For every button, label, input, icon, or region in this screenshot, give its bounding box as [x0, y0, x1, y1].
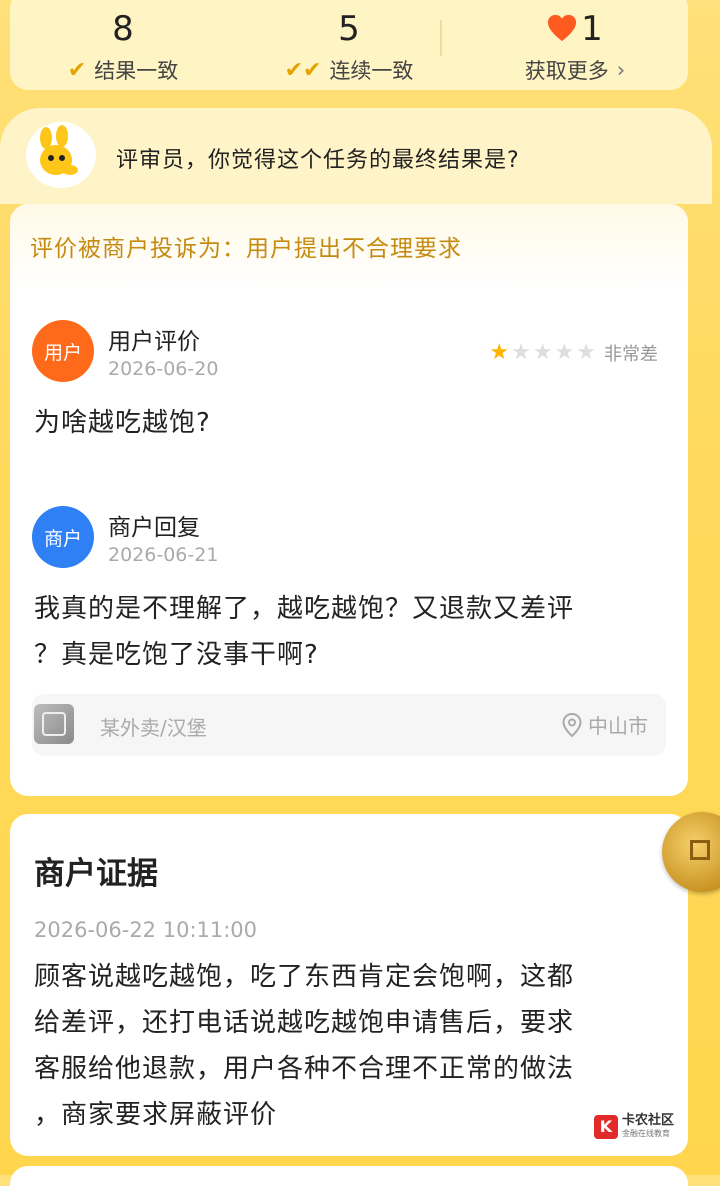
mascot-icon [26, 122, 96, 188]
shop-info-bar[interactable]: 某外卖/汉堡 中山市 [32, 694, 666, 756]
merchant-reply-text-line2: ？真是吃饱了没事干啊? [34, 640, 319, 670]
stats-bar: 8 ✔ 结果一致 5 ✔✔ 连续一致 1 获取更多 › [10, 0, 688, 90]
stat-label: 连续一致 [329, 59, 414, 83]
question-header: 评审员，你觉得这个任务的最终结果是? [0, 108, 712, 204]
stat-streak: 5 ✔✔ 连续一致 [236, 0, 462, 85]
star-empty-icon: ★ [511, 340, 531, 365]
user-review-date: 2026-06-20 [108, 358, 219, 380]
merchant-reply-date: 2026-06-21 [108, 544, 219, 566]
chevron-right-icon: › [616, 58, 626, 82]
evidence-text-line: ，商家要求屏蔽评价 [34, 1100, 278, 1130]
merchant-badge: 商户 [32, 506, 94, 568]
stat-value: 8 [112, 9, 134, 49]
star-filled-icon: ★ [489, 340, 510, 365]
heart-icon [548, 14, 577, 42]
watermark-title: 卡农社区 [622, 1113, 675, 1128]
merchant-reply-text-line1: 我真的是不理解了，越吃越饱？又退款又差评 [34, 594, 575, 624]
user-review-text: 为啥越吃越饱? [34, 408, 211, 438]
review-card: 评价被商户投诉为：用户提出不合理要求 用户 用户评价 2026-06-20 ★ … [10, 204, 688, 796]
complaint-banner: 评价被商户投诉为：用户提出不合理要求 [10, 204, 688, 288]
watermark-logo: K 卡农社区 金融在线教育 [594, 1114, 674, 1139]
stat-label: 获取更多 [524, 59, 609, 83]
evidence-title: 商户证据 [34, 856, 158, 892]
star-empty-icon: ★ [576, 340, 596, 365]
merchant-evidence-card: 商户证据 2026-06-22 10:11:00 顾客说越吃越饱，吃了东西肯定会… [10, 814, 688, 1156]
location-pin-icon [562, 712, 582, 737]
kanong-logo-icon: K [594, 1114, 618, 1139]
next-card-edge [10, 1166, 688, 1186]
stat-value: 1 [581, 9, 603, 49]
stat-consistent-results: 8 ✔ 结果一致 [10, 0, 236, 85]
divider [440, 20, 442, 56]
merchant-reply-title: 商户回复 [108, 515, 200, 541]
star-empty-icon: ★ [532, 340, 553, 365]
evidence-text-line: 客服给他退款，用户各种不合理不正常的做法 [34, 1054, 575, 1084]
check-icon: ✔ [67, 57, 87, 83]
evidence-text: 顾客说越吃越饱，吃了东西肯定会饱啊，这都 给差评，还打电话说越吃越饱申请售后，要… [34, 954, 674, 1138]
evidence-text-line: 给差评，还打电话说越吃越饱申请售后，要求 [34, 1008, 575, 1038]
star-empty-icon: ★ [554, 340, 575, 365]
user-review-title: 用户评价 [108, 329, 200, 355]
stat-value: 5 [338, 9, 360, 49]
question-text: 评审员，你觉得这个任务的最终结果是? [116, 148, 520, 173]
shop-name: 某外卖/汉堡 [100, 716, 207, 740]
evidence-text-line: 顾客说越吃越饱，吃了东西肯定会饱啊，这都 [34, 962, 575, 992]
get-more-button[interactable]: 1 获取更多 › [462, 0, 688, 85]
watermark-subtitle: 金融在线教育 [622, 1129, 670, 1138]
rating-text: 非常差 [604, 344, 658, 365]
user-badge: 用户 [32, 320, 94, 382]
double-check-icon: ✔✔ [284, 57, 322, 83]
star-rating: ★ ★ ★ ★ ★ 非常差 [489, 340, 658, 366]
shop-location: 中山市 [588, 714, 648, 738]
evidence-datetime: 2026-06-22 10:11:00 [34, 918, 258, 942]
stat-label: 结果一致 [94, 59, 179, 83]
shop-thumbnail-icon [34, 704, 74, 744]
